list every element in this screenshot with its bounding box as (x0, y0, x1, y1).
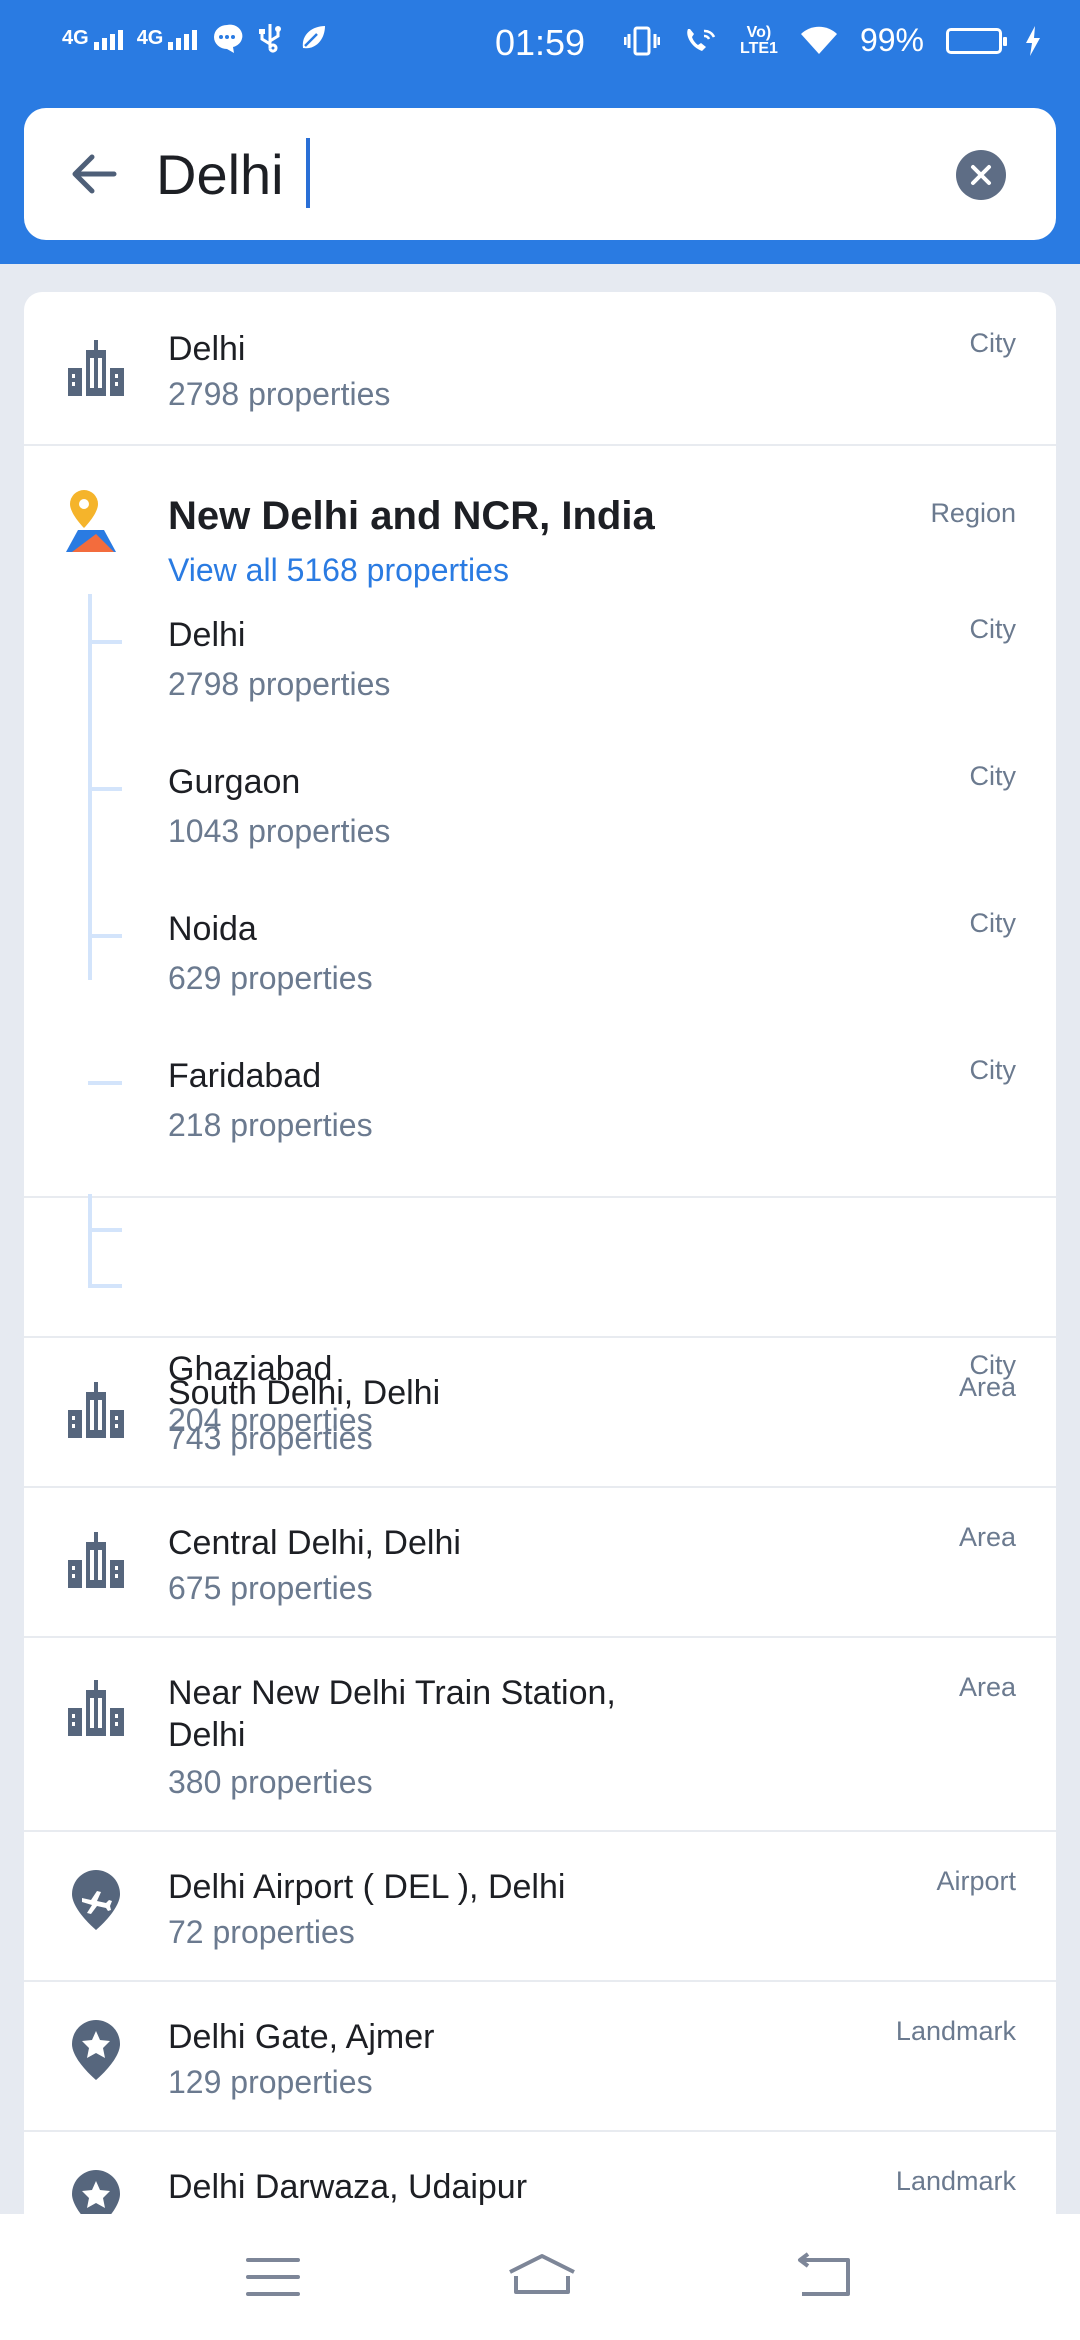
back-button[interactable] (64, 144, 124, 204)
result-count: 380 properties (168, 1764, 373, 1800)
result-type: Area (958, 1522, 1016, 1552)
city-icon (68, 1382, 124, 1438)
result-count: 72 properties (168, 1914, 355, 1950)
result-count: 129 properties (168, 2064, 373, 2100)
result-type: City (969, 908, 1017, 938)
search-input[interactable] (156, 132, 916, 216)
tree-branch (88, 1284, 122, 1288)
wifi-icon (800, 26, 837, 54)
sub-city-item[interactable]: Delhi 2798 properties City (24, 594, 1056, 740)
view-all-properties-link[interactable]: View all 5168 properties (168, 552, 509, 589)
city-icon (68, 340, 124, 396)
result-name: Noida (168, 910, 257, 948)
result-name: Delhi Gate, Ajmer (168, 2018, 435, 2056)
list-item[interactable]: Delhi Darwaza, Udaipur Landmark (24, 2132, 1056, 2222)
result-type: City (969, 1055, 1017, 1085)
home-icon (509, 2254, 575, 2294)
result-type: Airport (936, 1866, 1016, 1896)
results-list: Delhi 2798 properties City New Delhi and… (24, 292, 1056, 2222)
volte-icon: Vo) LTE1 (739, 23, 778, 57)
region-title[interactable]: New Delhi and NCR, India (168, 494, 655, 539)
text-cursor (306, 138, 310, 208)
clear-search-button[interactable] (956, 150, 1006, 200)
back-icon (798, 2252, 850, 2296)
result-count: 629 properties (168, 960, 373, 996)
wifi-calling-icon (687, 28, 716, 51)
tree-connector (88, 1194, 92, 1288)
result-type: City (969, 328, 1017, 358)
back-nav-button[interactable] (794, 2250, 854, 2304)
result-name: Delhi Airport ( DEL ), Delhi (168, 1868, 566, 1906)
list-item[interactable]: South Delhi, Delhi 743 properties Area (24, 1338, 1056, 1488)
result-name: Gurgaon (168, 763, 301, 801)
result-type: Landmark (895, 2016, 1016, 2046)
menu-button[interactable] (244, 2250, 304, 2304)
airport-pin-icon (72, 1870, 120, 1930)
result-type: Landmark (895, 2166, 1016, 2196)
result-name: Faridabad (168, 1057, 322, 1095)
result-count: 743 properties (168, 1420, 373, 1456)
result-name: Delhi (168, 330, 246, 368)
arrow-left-icon (72, 154, 117, 194)
list-item[interactable]: Delhi 2798 properties City (24, 292, 1056, 446)
region-type: Region (930, 498, 1016, 528)
result-name: Delhi (168, 616, 246, 654)
tree-branch (88, 1228, 122, 1232)
list-item[interactable]: Central Delhi, Delhi 675 properties Area (24, 1488, 1056, 1638)
result-count: 218 properties (168, 1107, 373, 1143)
system-nav-bar (0, 2214, 1080, 2340)
sub-city-item[interactable]: Noida 629 properties City (24, 888, 1056, 1034)
battery-percent: 99% (859, 22, 924, 58)
list-item[interactable]: Near New Delhi Train Station, Delhi 380 … (24, 1638, 1056, 1832)
search-box (24, 108, 1056, 240)
result-name: Central Delhi, Delhi (168, 1524, 461, 1562)
result-type: Area (958, 1372, 1016, 1402)
city-icon (68, 1680, 124, 1736)
list-item[interactable]: Delhi Airport ( DEL ), Delhi 72 properti… (24, 1832, 1056, 1982)
close-icon (971, 165, 991, 185)
region-group: New Delhi and NCR, India View all 5168 p… (24, 446, 1056, 1232)
result-count: 2798 properties (168, 666, 391, 702)
charging-icon (1026, 25, 1040, 56)
sub-city-item[interactable]: Faridabad 218 properties City (24, 1035, 1056, 1181)
landmark-pin-icon (72, 2020, 120, 2080)
home-button[interactable] (506, 2250, 578, 2304)
region-pin-icon (66, 490, 116, 552)
vibrate-icon (623, 26, 660, 55)
result-count: 675 properties (168, 1570, 373, 1606)
city-icon (68, 1532, 124, 1588)
result-name: South Delhi, Delhi (168, 1374, 441, 1412)
result-count: 1043 properties (168, 813, 391, 849)
result-type: City (969, 614, 1017, 644)
result-type: Area (958, 1672, 1016, 1702)
status-bar: 4G 4G 01:59 Vo) LTE1 99% (0, 0, 1080, 90)
result-type: City (969, 761, 1017, 791)
result-name: Near New Delhi Train Station, (168, 1674, 616, 1712)
sub-city-item[interactable]: Gurgaon 1043 properties City (24, 741, 1056, 887)
result-name: Delhi Darwaza, Udaipur (168, 2168, 528, 2206)
result-count: 2798 properties (168, 376, 391, 412)
menu-icon (246, 2258, 300, 2296)
result-name-line2: Delhi (168, 1716, 246, 1754)
battery-icon (946, 27, 1007, 54)
list-item[interactable]: Delhi Gate, Ajmer 129 properties Landmar… (24, 1982, 1056, 2132)
